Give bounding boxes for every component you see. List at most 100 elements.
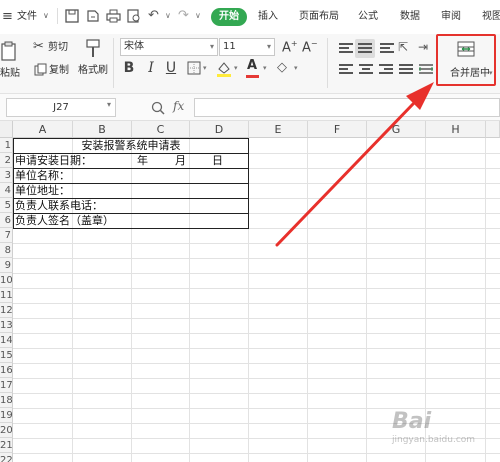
column-header-h[interactable]: H — [426, 121, 486, 138]
tab-page-layout[interactable]: 页面布局 — [299, 10, 339, 24]
hamburger-icon[interactable]: ≡ — [2, 9, 13, 24]
column-header-e[interactable]: E — [249, 121, 308, 138]
tab-formulas[interactable]: 公式 — [358, 10, 378, 24]
company-name-cell[interactable]: 单位名称： — [15, 168, 70, 183]
row-header-21[interactable]: 21 — [0, 438, 13, 453]
select-all-corner[interactable] — [0, 121, 13, 138]
month-cell[interactable]: 月 — [175, 153, 186, 168]
column-header-b[interactable]: B — [73, 121, 132, 138]
align-top-icon[interactable] — [339, 43, 353, 55]
format-painter-icon[interactable] — [84, 39, 102, 59]
chevron-down-icon[interactable]: ∨ — [195, 11, 201, 20]
bold-button[interactable]: B — [121, 60, 137, 76]
row-header-17[interactable]: 17 — [0, 378, 13, 393]
row-header-20[interactable]: 20 — [0, 423, 13, 438]
zoom-icon[interactable] — [151, 101, 165, 115]
column-header-c[interactable]: C — [132, 121, 190, 138]
tab-data[interactable]: 数据 — [400, 10, 420, 24]
signature-cell[interactable]: 负责人签名（盖章） — [15, 213, 114, 228]
copy-button[interactable]: 复制 — [49, 65, 69, 77]
row-header-12[interactable]: 12 — [0, 303, 13, 318]
row-header-19[interactable]: 19 — [0, 408, 13, 423]
font-size-select[interactable]: 11 ▾ — [219, 38, 275, 56]
apply-date-label-cell[interactable]: 申请安装日期： — [15, 153, 92, 168]
save-icon[interactable] — [65, 9, 79, 23]
tab-start[interactable]: 开始 — [211, 8, 247, 26]
row-header-11[interactable]: 11 — [0, 288, 13, 303]
column-header-d[interactable]: D — [190, 121, 249, 138]
paste-label[interactable]: 粘贴 — [0, 68, 20, 80]
italic-button[interactable]: I — [143, 60, 159, 76]
contact-phone-cell[interactable]: 负责人联系电话： — [15, 198, 103, 213]
tab-insert[interactable]: 插入 — [258, 10, 278, 24]
row-header-22[interactable]: 22 — [0, 453, 13, 462]
align-left-icon[interactable] — [339, 64, 353, 76]
font-name-select[interactable]: 宋体 ▾ — [120, 38, 218, 56]
shrink-font-icon[interactable]: A− — [302, 39, 318, 55]
row-header-15[interactable]: 15 — [0, 348, 13, 363]
chevron-down-icon[interactable]: ▾ — [489, 69, 493, 77]
redo-icon[interactable]: ↷ — [178, 8, 189, 23]
chevron-down-icon[interactable]: ▾ — [263, 64, 267, 72]
underline-button[interactable]: U — [163, 60, 179, 76]
print-icon[interactable] — [106, 9, 121, 23]
merge-center-button[interactable]: 合并居中 — [450, 68, 490, 80]
font-color-icon[interactable]: A — [247, 58, 257, 73]
clear-format-icon[interactable]: ◇ — [277, 60, 287, 75]
tab-view[interactable]: 视图 — [482, 10, 500, 24]
chevron-down-icon[interactable]: ∨ — [165, 11, 171, 20]
cut-button[interactable]: 剪切 — [48, 42, 68, 54]
undo-icon[interactable]: ↶ — [148, 8, 159, 23]
row-header-9[interactable]: 9 — [0, 258, 13, 273]
column-header-f[interactable]: F — [308, 121, 367, 138]
row-header-10[interactable]: 10 — [0, 273, 13, 288]
row-header-3[interactable]: 3 — [0, 168, 13, 183]
row-header-6[interactable]: 6 — [0, 213, 13, 228]
row-header-13[interactable]: 13 — [0, 318, 13, 333]
column-header-partial — [486, 121, 500, 138]
year-cell[interactable]: 年 — [137, 153, 148, 168]
distributed-icon[interactable] — [418, 62, 434, 76]
fx-icon[interactable]: fx — [173, 99, 184, 113]
align-right-icon[interactable] — [379, 64, 393, 76]
name-box[interactable]: J27 — [6, 98, 116, 117]
row-header-18[interactable]: 18 — [0, 393, 13, 408]
row-header-7[interactable]: 7 — [0, 228, 13, 243]
scissors-icon[interactable]: ✂ — [33, 39, 44, 54]
company-address-cell[interactable]: 单位地址： — [15, 183, 70, 198]
row-header-1[interactable]: 1 — [0, 138, 13, 153]
copy-icon[interactable] — [34, 63, 47, 76]
paste-icon[interactable] — [0, 40, 18, 62]
menu-bar: ≡ 文件 ∨ ↶ ∨ ↷ ∨ 开始 插入 页面布局 公式 数据 审阅 视图 — [0, 0, 500, 34]
column-header-a[interactable]: A — [13, 121, 73, 138]
chevron-down-icon[interactable]: ▾ — [107, 100, 111, 109]
column-header-g[interactable]: G — [367, 121, 426, 138]
form-title-cell[interactable]: 安装报警系统申请表 — [13, 138, 249, 153]
day-cell[interactable]: 日 — [212, 153, 223, 168]
chevron-down-icon[interactable]: ∨ — [43, 11, 49, 20]
indent-icon[interactable]: ⇥ — [418, 40, 428, 54]
format-painter-button[interactable]: 格式刷 — [78, 65, 108, 77]
chevron-down-icon[interactable]: ▾ — [234, 64, 238, 72]
align-bottom-icon[interactable] — [380, 43, 394, 55]
export-icon[interactable] — [86, 9, 100, 23]
chevron-down-icon[interactable]: ▾ — [203, 64, 207, 72]
row-header-14[interactable]: 14 — [0, 333, 13, 348]
fill-color-icon[interactable] — [216, 61, 232, 77]
merge-center-icon[interactable] — [457, 41, 475, 57]
row-header-16[interactable]: 16 — [0, 363, 13, 378]
grow-font-icon[interactable]: A+ — [282, 39, 298, 55]
chevron-down-icon[interactable]: ▾ — [294, 64, 298, 72]
row-header-8[interactable]: 8 — [0, 243, 13, 258]
border-icon[interactable] — [187, 61, 201, 75]
row-header-5[interactable]: 5 — [0, 198, 13, 213]
formula-input[interactable] — [194, 98, 500, 117]
print-preview-icon[interactable] — [127, 9, 141, 23]
justify-icon[interactable] — [399, 64, 413, 76]
tab-review[interactable]: 审阅 — [441, 10, 461, 24]
row-header-4[interactable]: 4 — [0, 183, 13, 198]
file-menu[interactable]: 文件 — [17, 10, 37, 24]
orientation-icon[interactable]: ⇱ — [398, 40, 408, 54]
align-center-icon[interactable] — [359, 64, 373, 76]
row-header-2[interactable]: 2 — [0, 153, 13, 168]
